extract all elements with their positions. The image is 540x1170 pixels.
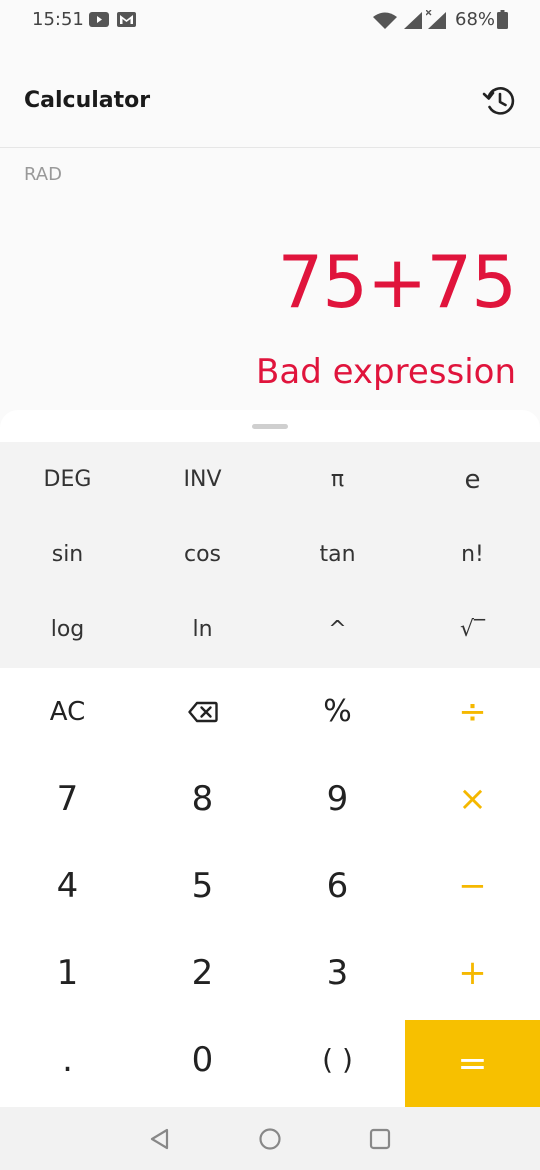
home-icon[interactable]: [256, 1125, 284, 1153]
log-key[interactable]: log: [0, 592, 135, 667]
decimal-key[interactable]: .: [0, 1016, 135, 1103]
divide-key[interactable]: ÷: [405, 668, 540, 755]
wifi-icon: [373, 12, 397, 33]
inv-key[interactable]: INV: [135, 442, 270, 517]
signal-icon: [404, 12, 422, 33]
cos-key[interactable]: cos: [135, 517, 270, 592]
app-title: Calculator: [24, 88, 151, 113]
equals-key[interactable]: =: [405, 1020, 540, 1107]
pi-key[interactable]: π: [270, 442, 405, 517]
digit-0-key[interactable]: 0: [135, 1016, 270, 1103]
digit-6-key[interactable]: 6: [270, 842, 405, 929]
sqrt-key[interactable]: √‾: [405, 592, 540, 667]
drag-handle[interactable]: [252, 424, 288, 429]
back-icon[interactable]: [146, 1125, 174, 1153]
battery-percent: 68%: [455, 9, 496, 30]
youtube-icon: [89, 12, 109, 31]
digit-9-key[interactable]: 9: [270, 755, 405, 842]
ln-key[interactable]: ln: [135, 592, 270, 667]
subtract-key[interactable]: −: [405, 842, 540, 929]
e-key[interactable]: e: [405, 442, 540, 517]
sin-key[interactable]: sin: [0, 517, 135, 592]
digit-1-key[interactable]: 1: [0, 929, 135, 1016]
scientific-keypad: DEG INV π e sin cos tan n! log ln ^ √‾: [0, 442, 540, 668]
result-display: Bad expression: [256, 352, 516, 392]
keypad-sheet: DEG INV π e sin cos tan n! log ln ^ √‾ A…: [0, 410, 540, 1110]
digit-5-key[interactable]: 5: [135, 842, 270, 929]
clear-key[interactable]: AC: [0, 668, 135, 755]
navigation-bar: [0, 1107, 540, 1170]
expression-display[interactable]: 75+75: [277, 240, 517, 324]
digit-8-key[interactable]: 8: [135, 755, 270, 842]
power-key[interactable]: ^: [270, 592, 405, 667]
digit-3-key[interactable]: 3: [270, 929, 405, 1016]
parentheses-key[interactable]: ( ): [270, 1016, 405, 1103]
percent-key[interactable]: %: [270, 668, 405, 755]
recents-icon[interactable]: [366, 1125, 394, 1153]
digit-4-key[interactable]: 4: [0, 842, 135, 929]
multiply-key[interactable]: ×: [405, 755, 540, 842]
status-time: 15:51: [32, 9, 84, 30]
battery-icon: [497, 10, 508, 33]
backspace-key[interactable]: [135, 668, 270, 755]
tan-key[interactable]: tan: [270, 517, 405, 592]
app-bar: Calculator: [0, 42, 540, 148]
history-icon[interactable]: [482, 83, 518, 119]
signal-x-icon: [425, 9, 446, 33]
digit-2-key[interactable]: 2: [135, 929, 270, 1016]
status-bar: 15:51 68%: [0, 0, 540, 42]
factorial-key[interactable]: n!: [405, 517, 540, 592]
deg-key[interactable]: DEG: [0, 442, 135, 517]
backspace-icon: [187, 692, 218, 732]
gmail-icon: [117, 12, 136, 31]
digit-7-key[interactable]: 7: [0, 755, 135, 842]
add-key[interactable]: +: [405, 929, 540, 1016]
angle-mode-indicator: RAD: [24, 164, 62, 185]
